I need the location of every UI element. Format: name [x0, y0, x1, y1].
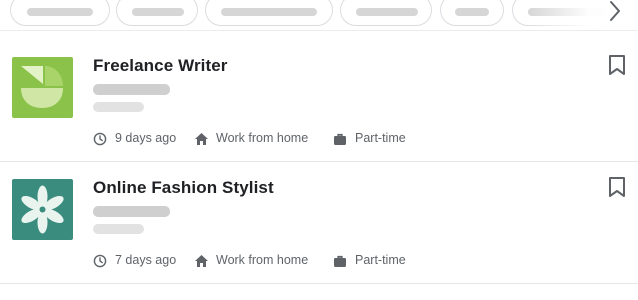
- home-icon: [195, 133, 208, 145]
- filter-chip[interactable]: [10, 0, 110, 26]
- filter-chip[interactable]: [340, 0, 432, 26]
- bookmark-icon[interactable]: [608, 176, 626, 198]
- company-name-placeholder: [93, 84, 170, 95]
- home-icon: [195, 255, 208, 267]
- briefcase-icon: [334, 133, 346, 145]
- job-card[interactable]: Online Fashion Stylist 7 days ago Work f…: [0, 162, 638, 284]
- job-title[interactable]: Online Fashion Stylist: [93, 178, 274, 198]
- teal-flower-logo-icon: [12, 179, 73, 240]
- company-name-placeholder: [93, 206, 170, 217]
- chip-label-placeholder: [356, 8, 418, 16]
- filter-chip[interactable]: [205, 0, 333, 26]
- job-listing-page: Freelance Writer 9 days ago Work from ho…: [0, 0, 638, 300]
- job-card[interactable]: Freelance Writer 9 days ago Work from ho…: [0, 40, 638, 162]
- filter-chip[interactable]: [440, 0, 504, 26]
- employment-type-text: Part-time: [355, 131, 406, 145]
- green-abstract-logo-icon: [12, 57, 73, 118]
- clock-icon: [93, 132, 107, 146]
- bookmark-icon[interactable]: [608, 54, 626, 76]
- briefcase-icon: [334, 255, 346, 267]
- posted-date-text: 9 days ago: [115, 131, 177, 145]
- work-location-text: Work from home: [216, 253, 309, 267]
- filter-chip-bar: [0, 0, 638, 31]
- company-logo: [12, 57, 73, 118]
- chip-label-placeholder: [455, 8, 489, 16]
- job-title[interactable]: Freelance Writer: [93, 56, 228, 76]
- chip-label-placeholder: [27, 8, 93, 16]
- employment-type-text: Part-time: [355, 253, 406, 267]
- location-placeholder: [93, 102, 144, 112]
- work-location-text: Work from home: [216, 131, 309, 145]
- chip-label-placeholder: [221, 8, 317, 16]
- company-logo: [12, 179, 73, 240]
- chevron-right-icon[interactable]: [604, 0, 626, 24]
- filter-chip[interactable]: [116, 0, 198, 26]
- posted-date-text: 7 days ago: [115, 253, 177, 267]
- chip-label-placeholder: [132, 8, 184, 16]
- location-placeholder: [93, 224, 144, 234]
- clock-icon: [93, 254, 107, 268]
